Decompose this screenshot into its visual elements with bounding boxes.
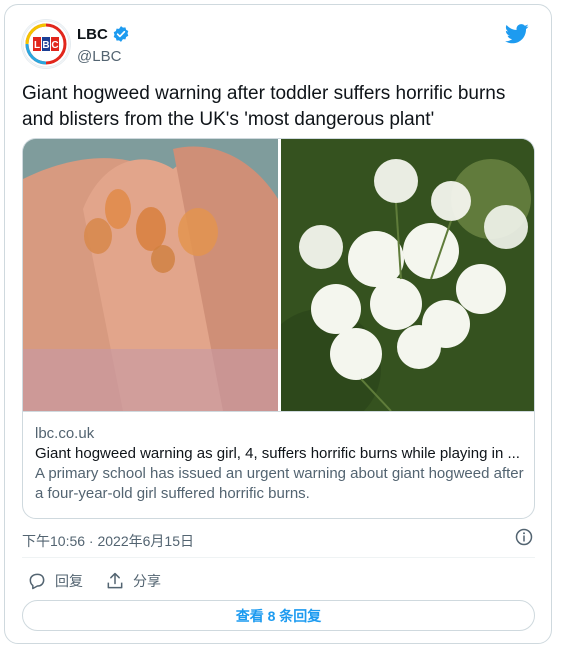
divider bbox=[22, 557, 535, 558]
svg-text:B: B bbox=[42, 40, 49, 51]
author-name[interactable]: LBC bbox=[77, 26, 108, 43]
burned-hands-image[interactable] bbox=[23, 139, 278, 411]
reply-button[interactable]: 回复 bbox=[27, 571, 83, 591]
link-card[interactable]: lbc.co.uk Giant hogweed warning as girl,… bbox=[22, 138, 535, 519]
link-description: A primary school has issued an urgent wa… bbox=[35, 465, 524, 502]
author-name-row[interactable]: LBC bbox=[77, 25, 130, 43]
hogweed-illustration bbox=[261, 139, 534, 429]
link-domain: lbc.co.uk bbox=[35, 425, 95, 442]
info-icon[interactable] bbox=[515, 528, 533, 546]
link-meta[interactable]: lbc.co.uk Giant hogweed warning as girl,… bbox=[23, 411, 534, 518]
tweet-card: L B C LBC @LBC Giant hogweed warning aft… bbox=[4, 4, 552, 644]
lbc-logo-icon: L B C bbox=[22, 20, 70, 68]
avatar[interactable]: L B C bbox=[22, 20, 70, 68]
share-icon bbox=[107, 572, 123, 589]
twitter-bird-icon[interactable] bbox=[505, 23, 529, 45]
share-label: 分享 bbox=[133, 573, 161, 589]
svg-text:L: L bbox=[34, 40, 40, 51]
tweet-actions: 回复 分享 bbox=[27, 571, 161, 591]
author-handle[interactable]: @LBC bbox=[77, 48, 121, 65]
share-button[interactable]: 分享 bbox=[105, 571, 161, 591]
reply-label: 回复 bbox=[55, 573, 83, 589]
tweet-timestamp[interactable]: 下午10:56 · 2022年6月15日 bbox=[22, 531, 194, 551]
view-replies-button[interactable]: 查看 8 条回复 bbox=[22, 600, 535, 631]
svg-text:C: C bbox=[51, 40, 58, 51]
verified-badge-icon bbox=[113, 26, 129, 42]
link-title: Giant hogweed warning as girl, 4, suffer… bbox=[35, 445, 520, 462]
reply-icon bbox=[29, 573, 45, 590]
hands-illustration bbox=[23, 139, 278, 411]
hogweed-flower-image[interactable] bbox=[261, 139, 534, 429]
tweet-text: Giant hogweed warning after toddler suff… bbox=[22, 83, 506, 130]
